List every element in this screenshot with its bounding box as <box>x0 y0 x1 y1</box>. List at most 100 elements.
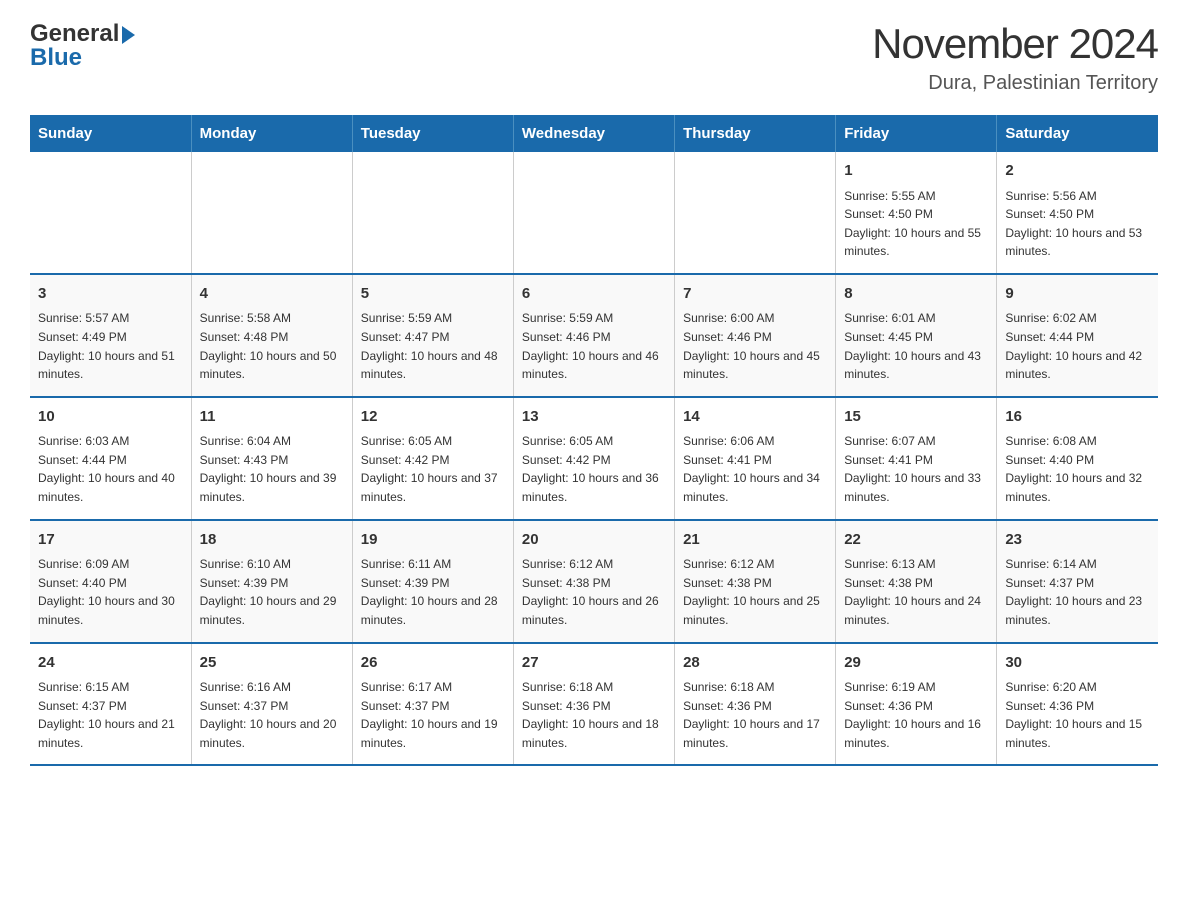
title-block: November 2024 Dura, Palestinian Territor… <box>872 20 1158 95</box>
calendar-day-cell: 30Sunrise: 6:20 AM Sunset: 4:36 PM Dayli… <box>997 643 1158 766</box>
day-number: 22 <box>844 529 988 552</box>
calendar-day-cell: 12 Sunrise: 6:05 AM Sunset: 4:42 PM Dayli… <box>352 397 513 520</box>
day-info: Sunrise: 6:08 AM Sunset: 4:40 PM Dayligh… <box>1005 432 1150 506</box>
day-info: Sunrise: 6:19 AM Sunset: 4:36 PM Dayligh… <box>844 678 988 752</box>
day-number: 23 <box>1005 529 1150 552</box>
day-info: Sunrise: 6:10 AM Sunset: 4:39 PM Dayligh… <box>200 555 344 629</box>
calendar-week-row: 24 Sunrise: 6:15 AM Sunset: 4:37 PM Dayli… <box>30 643 1158 766</box>
day-number: 12 <box>361 406 505 429</box>
day-of-week-header: Tuesday <box>352 115 513 152</box>
day-info: Sunrise: 5:56 AM Sunset: 4:50 PM Dayligh… <box>1005 187 1150 261</box>
calendar-day-cell: 8 Sunrise: 6:01 AM Sunset: 4:45 PM Daylig… <box>836 274 997 397</box>
day-info: Sunrise: 6:01 AM Sunset: 4:45 PM Dayligh… <box>844 309 988 383</box>
calendar-day-cell: 19 Sunrise: 6:11 AM Sunset: 4:39 PM Dayli… <box>352 520 513 643</box>
day-number: 5 <box>361 283 505 306</box>
day-number: 27 <box>522 652 666 675</box>
day-number: 20 <box>522 529 666 552</box>
calendar-day-cell <box>352 152 513 274</box>
day-info: Sunrise: 6:05 AM Sunset: 4:42 PM Dayligh… <box>361 432 505 506</box>
day-info: Sunrise: 6:18 AM Sunset: 4:36 PM Dayligh… <box>683 678 827 752</box>
logo-blue: Blue <box>30 44 82 72</box>
day-number: 4 <box>200 283 344 306</box>
day-number: 17 <box>38 529 183 552</box>
calendar-day-cell <box>513 152 674 274</box>
calendar-header-row: SundayMondayTuesdayWednesdayThursdayFrid… <box>30 115 1158 152</box>
calendar-day-cell: 11 Sunrise: 6:04 AM Sunset: 4:43 PM Dayli… <box>191 397 352 520</box>
calendar-day-cell: 28 Sunrise: 6:18 AM Sunset: 4:36 PM Dayli… <box>675 643 836 766</box>
day-number: 13 <box>522 406 666 429</box>
calendar-day-cell: 14 Sunrise: 6:06 AM Sunset: 4:41 PM Dayli… <box>675 397 836 520</box>
day-of-week-header: Sunday <box>30 115 191 152</box>
day-info: Sunrise: 6:16 AM Sunset: 4:37 PM Dayligh… <box>200 678 344 752</box>
calendar-day-cell: 2 Sunrise: 5:56 AM Sunset: 4:50 PM Daylig… <box>997 152 1158 274</box>
day-info: Sunrise: 6:11 AM Sunset: 4:39 PM Dayligh… <box>361 555 505 629</box>
day-info: Sunrise: 5:59 AM Sunset: 4:46 PM Dayligh… <box>522 309 666 383</box>
day-number: 18 <box>200 529 344 552</box>
calendar-day-cell: 15Sunrise: 6:07 AM Sunset: 4:41 PM Dayli… <box>836 397 997 520</box>
day-info: Sunrise: 5:55 AM Sunset: 4:50 PM Dayligh… <box>844 187 988 261</box>
calendar-day-cell: 18 Sunrise: 6:10 AM Sunset: 4:39 PM Dayli… <box>191 520 352 643</box>
day-info: Sunrise: 6:14 AM Sunset: 4:37 PM Dayligh… <box>1005 555 1150 629</box>
calendar-week-row: 3 Sunrise: 5:57 AM Sunset: 4:49 PM Daylig… <box>30 274 1158 397</box>
calendar-day-cell <box>30 152 191 274</box>
calendar-day-cell: 5 Sunrise: 5:59 AM Sunset: 4:47 PM Daylig… <box>352 274 513 397</box>
calendar-week-row: 17 Sunrise: 6:09 AM Sunset: 4:40 PM Dayli… <box>30 520 1158 643</box>
calendar-week-row: 10 Sunrise: 6:03 AM Sunset: 4:44 PM Dayli… <box>30 397 1158 520</box>
calendar-day-cell: 26 Sunrise: 6:17 AM Sunset: 4:37 PM Dayli… <box>352 643 513 766</box>
day-info: Sunrise: 6:13 AM Sunset: 4:38 PM Dayligh… <box>844 555 988 629</box>
day-info: Sunrise: 6:04 AM Sunset: 4:43 PM Dayligh… <box>200 432 344 506</box>
day-info: Sunrise: 6:18 AM Sunset: 4:36 PM Dayligh… <box>522 678 666 752</box>
day-info: Sunrise: 6:03 AM Sunset: 4:44 PM Dayligh… <box>38 432 183 506</box>
day-info: Sunrise: 6:00 AM Sunset: 4:46 PM Dayligh… <box>683 309 827 383</box>
calendar-day-cell: 10 Sunrise: 6:03 AM Sunset: 4:44 PM Dayli… <box>30 397 191 520</box>
day-of-week-header: Thursday <box>675 115 836 152</box>
calendar-day-cell: 6 Sunrise: 5:59 AM Sunset: 4:46 PM Daylig… <box>513 274 674 397</box>
day-info: Sunrise: 5:58 AM Sunset: 4:48 PM Dayligh… <box>200 309 344 383</box>
day-info: Sunrise: 5:57 AM Sunset: 4:49 PM Dayligh… <box>38 309 183 383</box>
day-number: 24 <box>38 652 183 675</box>
day-info: Sunrise: 5:59 AM Sunset: 4:47 PM Dayligh… <box>361 309 505 383</box>
calendar-day-cell: 23 Sunrise: 6:14 AM Sunset: 4:37 PM Dayli… <box>997 520 1158 643</box>
day-of-week-header: Monday <box>191 115 352 152</box>
calendar-day-cell: 4 Sunrise: 5:58 AM Sunset: 4:48 PM Daylig… <box>191 274 352 397</box>
calendar-day-cell: 7 Sunrise: 6:00 AM Sunset: 4:46 PM Daylig… <box>675 274 836 397</box>
calendar-day-cell: 17 Sunrise: 6:09 AM Sunset: 4:40 PM Dayli… <box>30 520 191 643</box>
calendar-day-cell: 1 Sunrise: 5:55 AM Sunset: 4:50 PM Daylig… <box>836 152 997 274</box>
logo: General Blue <box>30 20 135 72</box>
page-subtitle: Dura, Palestinian Territory <box>872 72 1158 95</box>
calendar-day-cell: 9Sunrise: 6:02 AM Sunset: 4:44 PM Daylig… <box>997 274 1158 397</box>
day-number: 30 <box>1005 652 1150 675</box>
day-number: 19 <box>361 529 505 552</box>
day-number: 7 <box>683 283 827 306</box>
calendar-day-cell: 29 Sunrise: 6:19 AM Sunset: 4:36 PM Dayli… <box>836 643 997 766</box>
day-info: Sunrise: 6:15 AM Sunset: 4:37 PM Dayligh… <box>38 678 183 752</box>
calendar-week-row: 1 Sunrise: 5:55 AM Sunset: 4:50 PM Daylig… <box>30 152 1158 274</box>
page-title: November 2024 <box>872 20 1158 68</box>
day-info: Sunrise: 6:12 AM Sunset: 4:38 PM Dayligh… <box>522 555 666 629</box>
day-number: 3 <box>38 283 183 306</box>
day-number: 29 <box>844 652 988 675</box>
day-info: Sunrise: 6:17 AM Sunset: 4:37 PM Dayligh… <box>361 678 505 752</box>
calendar-day-cell <box>675 152 836 274</box>
day-number: 28 <box>683 652 827 675</box>
day-number: 6 <box>522 283 666 306</box>
day-info: Sunrise: 6:09 AM Sunset: 4:40 PM Dayligh… <box>38 555 183 629</box>
calendar-day-cell: 24 Sunrise: 6:15 AM Sunset: 4:37 PM Dayli… <box>30 643 191 766</box>
day-number: 1 <box>844 160 988 183</box>
day-info: Sunrise: 6:12 AM Sunset: 4:38 PM Dayligh… <box>683 555 827 629</box>
calendar-day-cell: 22 Sunrise: 6:13 AM Sunset: 4:38 PM Dayli… <box>836 520 997 643</box>
calendar-day-cell: 27 Sunrise: 6:18 AM Sunset: 4:36 PM Dayli… <box>513 643 674 766</box>
day-of-week-header: Friday <box>836 115 997 152</box>
day-info: Sunrise: 6:05 AM Sunset: 4:42 PM Dayligh… <box>522 432 666 506</box>
day-number: 10 <box>38 406 183 429</box>
day-number: 14 <box>683 406 827 429</box>
day-number: 8 <box>844 283 988 306</box>
logo-arrow-icon <box>122 26 135 44</box>
day-number: 11 <box>200 406 344 429</box>
day-number: 21 <box>683 529 827 552</box>
day-number: 26 <box>361 652 505 675</box>
day-number: 2 <box>1005 160 1150 183</box>
calendar-day-cell: 13 Sunrise: 6:05 AM Sunset: 4:42 PM Dayli… <box>513 397 674 520</box>
calendar-day-cell <box>191 152 352 274</box>
day-info: Sunrise: 6:06 AM Sunset: 4:41 PM Dayligh… <box>683 432 827 506</box>
